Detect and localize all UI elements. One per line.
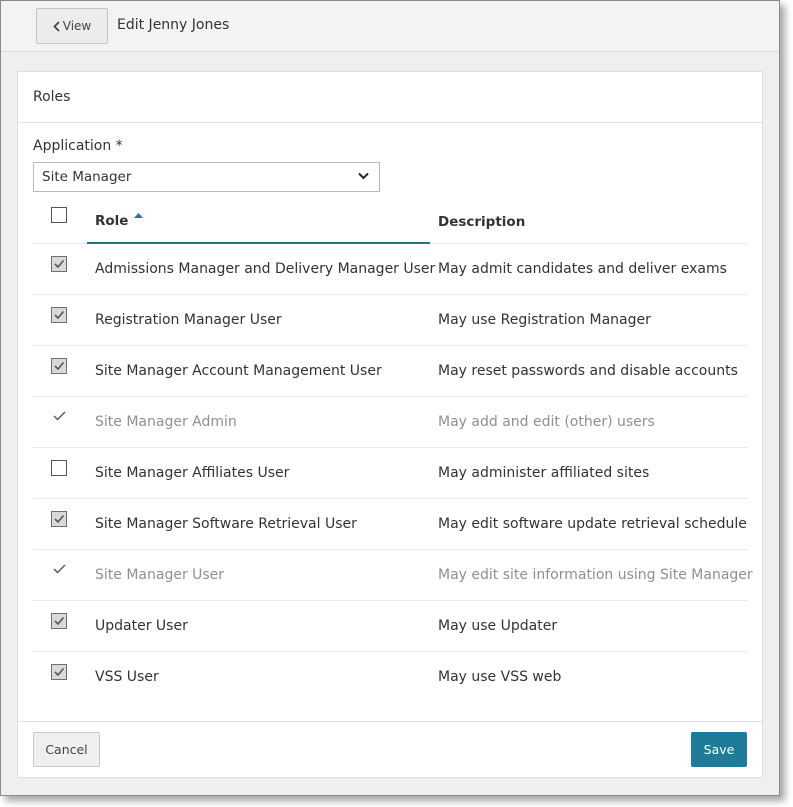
application-select[interactable]: Site Manager: [33, 162, 380, 192]
role-name: Site Manager Software Retrieval User: [95, 516, 357, 532]
checked-box-icon: [51, 613, 67, 629]
role-checkbox[interactable]: [51, 613, 67, 633]
roles-table: Role Description Admissions Manager and …: [33, 200, 753, 703]
table-row: Site Manager Software Retrieval User May …: [33, 499, 747, 550]
table-row: Updater User May use Updater: [33, 601, 747, 652]
save-button[interactable]: Save: [691, 732, 747, 767]
role-description: May edit software update retrieval sched…: [438, 516, 747, 532]
panel-footer: Cancel Save: [18, 721, 762, 777]
role-name: VSS User: [95, 669, 159, 685]
checked-box-icon: [51, 664, 67, 680]
checkmark-icon: [51, 562, 66, 578]
role-description: May admit candidates and deliver exams: [438, 261, 727, 277]
role-description: May use Updater: [438, 618, 558, 634]
checked-box-icon: [51, 358, 67, 374]
checked-box-icon: [51, 307, 67, 323]
role-name: Site Manager User: [95, 567, 225, 583]
role-checkbox[interactable]: [51, 358, 67, 378]
table-row: VSS User May use VSS web: [33, 652, 747, 703]
description-column-header: Description: [438, 214, 526, 230]
role-description: May add and edit (other) users: [438, 414, 655, 430]
edit-user-window: View Edit Jenny Jones Roles Application …: [0, 0, 780, 796]
role-name: Registration Manager User: [95, 312, 282, 328]
table-row: Registration Manager User May use Registr…: [33, 295, 747, 346]
select-all-checkbox[interactable]: [51, 207, 67, 223]
checked-box-icon: [51, 511, 67, 527]
table-header: Role Description: [33, 200, 747, 244]
back-button-label: View: [62, 19, 92, 33]
role-name: Updater User: [95, 618, 188, 634]
chevron-down-icon: [358, 172, 369, 180]
role-name: Site Manager Affiliates User: [95, 465, 290, 481]
role-description: May reset passwords and disable accounts: [438, 363, 738, 379]
checkmark-icon: [51, 409, 66, 425]
role-column-label: Role: [95, 213, 129, 229]
application-select-value: Site Manager: [42, 169, 132, 185]
role-name: Site Manager Account Management User: [95, 363, 382, 379]
role-description: May use VSS web: [438, 669, 562, 685]
roles-panel: Roles Application * Site Manager Role De…: [17, 71, 763, 778]
role-checkbox[interactable]: [51, 664, 67, 684]
role-description: May edit site information using Site Man…: [438, 567, 753, 583]
role-column-header[interactable]: Role: [87, 200, 430, 244]
roles-panel-title: Roles: [18, 72, 762, 123]
empty-box-icon: [51, 460, 67, 476]
checked-box-icon: [51, 256, 67, 272]
role-checkbox[interactable]: [51, 307, 67, 327]
role-description: May use Registration Manager: [438, 312, 651, 328]
table-row: Site Manager Affiliates User May administ…: [33, 448, 747, 499]
table-row: Site Manager Account Management User May …: [33, 346, 747, 397]
role-name: Admissions Manager and Delivery Manager …: [95, 261, 436, 277]
cancel-button[interactable]: Cancel: [33, 732, 100, 767]
application-label: Application *: [33, 138, 123, 154]
role-checkbox[interactable]: [51, 256, 67, 276]
role-checkbox[interactable]: [51, 511, 67, 531]
sort-ascending-icon: [134, 212, 144, 218]
chevron-left-icon: [52, 20, 60, 32]
role-name: Site Manager Admin: [95, 414, 237, 430]
top-bar: View Edit Jenny Jones: [1, 1, 779, 52]
table-body: Admissions Manager and Delivery Manager …: [33, 244, 753, 703]
table-row: Site Manager Admin May add and edit (othe…: [33, 397, 747, 448]
table-row: Admissions Manager and Delivery Manager …: [33, 244, 747, 295]
page-title: Edit Jenny Jones: [117, 17, 230, 33]
back-to-view-button[interactable]: View: [36, 8, 108, 44]
role-checkbox[interactable]: [51, 460, 67, 480]
table-row: Site Manager User May edit site informati…: [33, 550, 753, 601]
role-description: May administer affiliated sites: [438, 465, 650, 481]
